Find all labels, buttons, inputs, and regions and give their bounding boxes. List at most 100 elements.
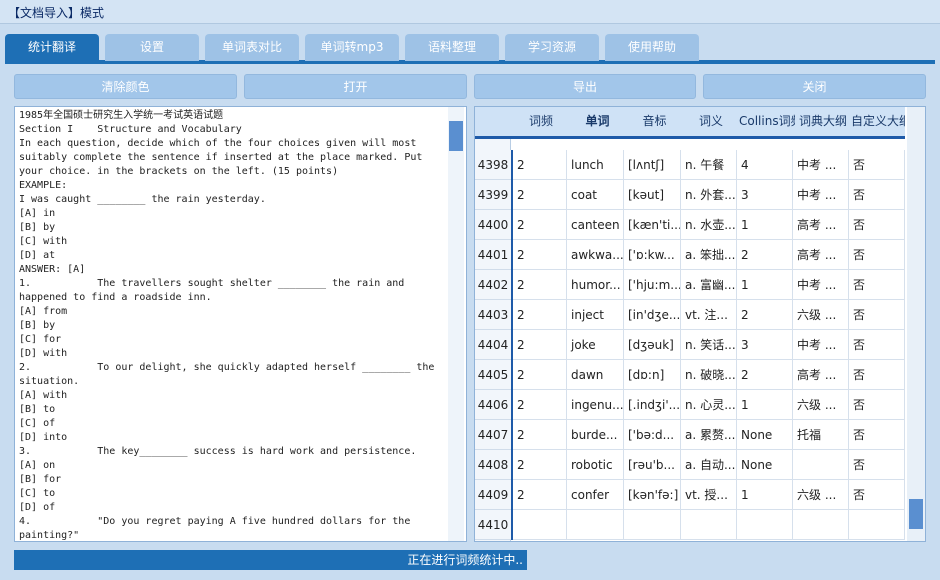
cell-word[interactable]: awkwa... xyxy=(567,240,624,270)
tab-statistics-translate[interactable]: 统计翻译 xyxy=(5,34,99,61)
table-row[interactable]: 2 coat [kəut] n. 外套... 3 中考 ... 否 xyxy=(511,180,905,210)
cell-frequency[interactable] xyxy=(511,510,567,540)
cell-syllabus[interactable]: 六级 ... xyxy=(793,300,849,330)
cell-syllabus[interactable]: 高考 ... xyxy=(793,360,849,390)
table-row[interactable]: 2 burde... ['bə:d... a. 累赘... None 托福否 xyxy=(511,420,905,450)
grid-scroll-thumb[interactable] xyxy=(909,499,923,529)
cell-frequency[interactable]: 2 xyxy=(511,270,567,300)
tab-word-to-mp3[interactable]: 单词转mp3 xyxy=(305,34,399,61)
cell-meaning[interactable]: n. 水壶... xyxy=(681,210,737,240)
row-number[interactable]: 4399 xyxy=(475,180,511,210)
row-number[interactable]: 4401 xyxy=(475,240,511,270)
cell-custom-syllabus[interactable]: 否 xyxy=(849,180,905,210)
row-number[interactable]: 4409 xyxy=(475,480,511,510)
table-row[interactable]: 2 robotic [rəu'b... a. 自动... None 否 xyxy=(511,450,905,480)
cell-meaning[interactable]: vt. 注... xyxy=(681,300,737,330)
cell-meaning[interactable]: vt. 授... xyxy=(681,480,737,510)
cell-collins[interactable]: 3 xyxy=(737,180,793,210)
cell-collins[interactable] xyxy=(737,510,793,540)
row-number[interactable]: 4405 xyxy=(475,360,511,390)
cell-collins[interactable]: 4 xyxy=(737,150,793,180)
row-number[interactable]: 4400 xyxy=(475,210,511,240)
cell-meaning[interactable]: n. 笑话... xyxy=(681,330,737,360)
table-row[interactable]: 2 awkwa... ['ɒ:kw... a. 笨拙... 2 高考 ... 否 xyxy=(511,240,905,270)
table-row[interactable]: 2 joke [dʒəuk] n. 笑话... 3 中考 ... 否 xyxy=(511,330,905,360)
table-row[interactable]: 2 inject [in'dʒe... vt. 注... 2 六级 ... 否 xyxy=(511,300,905,330)
cell-frequency[interactable]: 2 xyxy=(511,360,567,390)
cell-phonetic[interactable]: [rəu'b... xyxy=(624,450,681,480)
header-custom-syllabus[interactable]: 自定义大纲 xyxy=(851,107,905,136)
cell-custom-syllabus[interactable]: 否 xyxy=(849,390,905,420)
row-number[interactable]: 4402 xyxy=(475,270,511,300)
tab-corpus[interactable]: 语料整理 xyxy=(405,34,499,61)
grid-scrollbar[interactable] xyxy=(907,107,925,541)
header-word[interactable]: 单词 xyxy=(569,107,626,136)
export-button[interactable]: 导出 xyxy=(474,74,696,99)
cell-word[interactable]: confer xyxy=(567,480,624,510)
cell-syllabus[interactable]: 中考 ... xyxy=(793,270,849,300)
cell-frequency[interactable]: 2 xyxy=(511,450,567,480)
cell-custom-syllabus[interactable]: 否 xyxy=(849,300,905,330)
header-frequency[interactable]: 词频 xyxy=(513,107,569,136)
header-collins[interactable]: Collins词频 xyxy=(739,107,795,136)
cell-phonetic[interactable]: [kæn'ti... xyxy=(624,210,681,240)
cell-frequency[interactable]: 2 xyxy=(511,300,567,330)
cell-frequency[interactable]: 2 xyxy=(511,150,567,180)
cell-collins[interactable]: None xyxy=(737,420,793,450)
header-phonetic[interactable]: 音标 xyxy=(626,107,683,136)
cell-custom-syllabus[interactable]: 否 xyxy=(849,210,905,240)
cell-syllabus[interactable]: 托福 xyxy=(793,420,849,450)
word-grid[interactable]: 词频 单词 音标 词义 Collins词频 词典大纲 自定义大纲 43982lu… xyxy=(474,106,926,542)
cell-syllabus[interactable]: 高考 ... xyxy=(793,240,849,270)
cell-collins[interactable]: None xyxy=(737,450,793,480)
document-scrollbar[interactable] xyxy=(448,107,464,541)
cell-meaning[interactable]: n. 午餐 xyxy=(681,150,737,180)
cell-custom-syllabus[interactable]: 否 xyxy=(849,420,905,450)
header-meaning[interactable]: 词义 xyxy=(683,107,739,136)
tab-settings[interactable]: 设置 xyxy=(105,34,199,61)
table-row[interactable]: 2 lunch [lʌntʃ] n. 午餐 4 中考 ... 否 xyxy=(511,150,905,180)
cell-phonetic[interactable]: [.indʒi'... xyxy=(624,390,681,420)
table-row[interactable]: 2 dawn [dɒ:n] n. 破晓... 2 高考 ... 否 xyxy=(511,360,905,390)
cell-frequency[interactable]: 2 xyxy=(511,420,567,450)
cell-frequency[interactable]: 2 xyxy=(511,330,567,360)
cell-collins[interactable]: 1 xyxy=(737,270,793,300)
cell-collins[interactable]: 2 xyxy=(737,300,793,330)
cell-phonetic[interactable]: ['hju:m... xyxy=(624,270,681,300)
cell-word[interactable]: coat xyxy=(567,180,624,210)
cell-phonetic[interactable]: [kən'fə:] xyxy=(624,480,681,510)
cell-phonetic[interactable]: ['bə:d... xyxy=(624,420,681,450)
cell-collins[interactable]: 1 xyxy=(737,480,793,510)
cell-word[interactable]: robotic xyxy=(567,450,624,480)
header-syllabus[interactable]: 词典大纲 xyxy=(795,107,851,136)
tab-help[interactable]: 使用帮助 xyxy=(605,34,699,61)
row-number[interactable]: 4408 xyxy=(475,450,511,480)
cell-meaning[interactable]: n. 破晓... xyxy=(681,360,737,390)
table-row[interactable]: 2 humor... ['hju:m... a. 富幽... 1 中考 ... 否 xyxy=(511,270,905,300)
row-number[interactable]: 4403 xyxy=(475,300,511,330)
cell-frequency[interactable]: 2 xyxy=(511,240,567,270)
cell-custom-syllabus[interactable]: 否 xyxy=(849,450,905,480)
table-row[interactable]: 2 confer [kən'fə:] vt. 授... 1 六级 ... 否 xyxy=(511,480,905,510)
cell-phonetic[interactable]: [lʌntʃ] xyxy=(624,150,681,180)
row-number[interactable]: 4398 xyxy=(475,150,511,180)
cell-custom-syllabus[interactable]: 否 xyxy=(849,480,905,510)
cell-collins[interactable]: 2 xyxy=(737,360,793,390)
row-number[interactable]: 4404 xyxy=(475,330,511,360)
row-number[interactable]: 4407 xyxy=(475,420,511,450)
cell-meaning[interactable]: n. 外套... xyxy=(681,180,737,210)
cell-syllabus[interactable]: 中考 ... xyxy=(793,150,849,180)
cell-custom-syllabus[interactable] xyxy=(849,510,905,540)
cell-frequency[interactable]: 2 xyxy=(511,390,567,420)
table-row[interactable] xyxy=(511,510,905,540)
cell-word[interactable]: joke xyxy=(567,330,624,360)
tab-learning-resources[interactable]: 学习资源 xyxy=(505,34,599,61)
cell-syllabus[interactable] xyxy=(793,510,849,540)
cell-word[interactable]: ingenu... xyxy=(567,390,624,420)
cell-custom-syllabus[interactable]: 否 xyxy=(849,360,905,390)
cell-phonetic[interactable] xyxy=(624,510,681,540)
open-button[interactable]: 打开 xyxy=(244,74,467,99)
cell-meaning[interactable]: a. 笨拙... xyxy=(681,240,737,270)
cell-syllabus[interactable]: 中考 ... xyxy=(793,180,849,210)
cell-custom-syllabus[interactable]: 否 xyxy=(849,270,905,300)
